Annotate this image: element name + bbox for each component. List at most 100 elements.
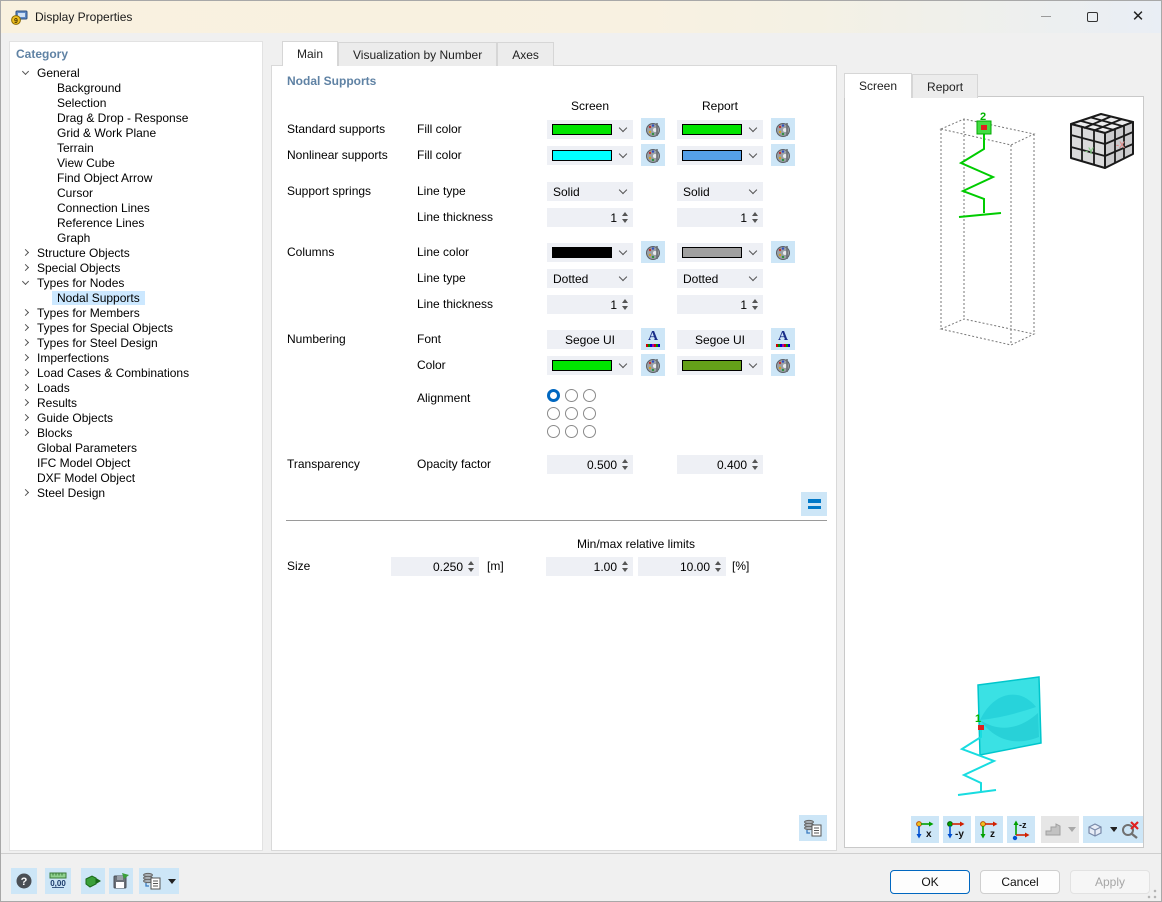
tree-item[interactable]: Reference Lines: [10, 215, 262, 230]
alignment-radio-1[interactable]: [565, 389, 578, 402]
spinner-arrows[interactable]: [621, 459, 629, 470]
tree-item[interactable]: Guide Objects: [10, 410, 262, 425]
numbering-font-screen-picker[interactable]: A: [641, 328, 665, 350]
resize-grip[interactable]: [1147, 889, 1157, 899]
tree-item[interactable]: Find Object Arrow: [10, 170, 262, 185]
export-to-report-button[interactable]: [799, 815, 827, 841]
numbering-font-screen-button[interactable]: Segoe UI: [547, 330, 633, 349]
help-button[interactable]: ?: [11, 868, 37, 894]
manage-configurations-button[interactable]: [139, 868, 179, 894]
opacity-report-input[interactable]: 0.400: [677, 455, 763, 474]
springs-thickness-screen-input[interactable]: 1: [547, 208, 633, 227]
zoom-reset-button[interactable]: [1117, 816, 1143, 843]
spinner-arrows[interactable]: [751, 299, 759, 310]
columns-line-type-screen-dropdown[interactable]: Dotted: [547, 269, 633, 288]
columns-line-color-report-dropdown[interactable]: [677, 243, 763, 262]
columns-report-palette-button[interactable]: [771, 241, 795, 263]
alignment-radio-0[interactable]: [547, 389, 560, 402]
tree-item[interactable]: Steel Design: [10, 485, 262, 500]
spinner-arrows[interactable]: [751, 459, 759, 470]
standard-report-palette-button[interactable]: [771, 118, 795, 140]
tree-item[interactable]: IFC Model Object: [10, 455, 262, 470]
standard-fill-color-screen-dropdown[interactable]: [547, 120, 633, 139]
tree-item[interactable]: Types for Special Objects: [10, 320, 262, 335]
tree-item[interactable]: Cursor: [10, 185, 262, 200]
alignment-radio-8[interactable]: [583, 425, 596, 438]
alignment-radio-4[interactable]: [565, 407, 578, 420]
apply-to-all-button[interactable]: [81, 868, 105, 894]
tree-item[interactable]: Global Parameters: [10, 440, 262, 455]
spinner-arrows[interactable]: [621, 212, 629, 223]
tree-item[interactable]: Types for Nodes: [10, 275, 262, 290]
chevron-right-icon[interactable]: [18, 248, 32, 257]
chevron-right-icon[interactable]: [18, 428, 32, 437]
size-input[interactable]: 0.250: [391, 557, 479, 576]
columns-thickness-screen-input[interactable]: 1: [547, 295, 633, 314]
springs-line-type-screen-dropdown[interactable]: Solid: [547, 182, 633, 201]
springs-line-type-report-dropdown[interactable]: Solid: [677, 182, 763, 201]
tab-axes[interactable]: Axes: [497, 42, 554, 66]
chevron-right-icon[interactable]: [18, 398, 32, 407]
standard-screen-palette-button[interactable]: [641, 118, 665, 140]
chevron-down-icon[interactable]: [18, 277, 32, 286]
tree-item[interactable]: Blocks: [10, 425, 262, 440]
nonlinear-fill-color-screen-dropdown[interactable]: [547, 146, 633, 165]
tree-item[interactable]: Results: [10, 395, 262, 410]
springs-thickness-report-input[interactable]: 1: [677, 208, 763, 227]
nonlinear-fill-color-report-dropdown[interactable]: [677, 146, 763, 165]
spinner-arrows[interactable]: [467, 561, 475, 572]
view-cube[interactable]: -Y -X: [1059, 104, 1143, 176]
chevron-right-icon[interactable]: [18, 383, 32, 392]
limit-max-input[interactable]: 10.00: [638, 557, 726, 576]
spinner-arrows[interactable]: [621, 299, 629, 310]
numbering-font-report-button[interactable]: Segoe UI: [677, 330, 763, 349]
tree-item[interactable]: Structure Objects: [10, 245, 262, 260]
chevron-right-icon[interactable]: [18, 368, 32, 377]
tree-item[interactable]: Types for Steel Design: [10, 335, 262, 350]
chevron-right-icon[interactable]: [18, 308, 32, 317]
alignment-radio-7[interactable]: [565, 425, 578, 438]
columns-line-type-report-dropdown[interactable]: Dotted: [677, 269, 763, 288]
view-x-button[interactable]: x: [911, 816, 939, 843]
tree-item[interactable]: Nodal Supports: [10, 290, 262, 305]
tree-item[interactable]: Background: [10, 80, 262, 95]
view-isometric-button[interactable]: -z: [1007, 816, 1035, 843]
tree-item[interactable]: Imperfections: [10, 350, 262, 365]
alignment-radio-2[interactable]: [583, 389, 596, 402]
cancel-button[interactable]: Cancel: [980, 870, 1060, 894]
tree-item[interactable]: Grid & Work Plane: [10, 125, 262, 140]
alignment-radio-6[interactable]: [547, 425, 560, 438]
numbering-color-report-dropdown[interactable]: [677, 356, 763, 375]
view-z-button[interactable]: z: [975, 816, 1003, 843]
ok-button[interactable]: OK: [890, 870, 970, 894]
chevron-right-icon[interactable]: [18, 413, 32, 422]
spinner-arrows[interactable]: [751, 212, 759, 223]
nonlinear-report-palette-button[interactable]: [771, 144, 795, 166]
chevron-down-icon[interactable]: [18, 67, 32, 76]
numbering-report-palette-button[interactable]: [771, 354, 795, 376]
tree-item[interactable]: DXF Model Object: [10, 470, 262, 485]
preview-tab-report[interactable]: Report: [912, 74, 979, 98]
columns-line-color-screen-dropdown[interactable]: [547, 243, 633, 262]
chevron-right-icon[interactable]: [18, 338, 32, 347]
chevron-right-icon[interactable]: [18, 263, 32, 272]
tree-item[interactable]: Connection Lines: [10, 200, 262, 215]
alignment-radio-5[interactable]: [583, 407, 596, 420]
chevron-right-icon[interactable]: [18, 488, 32, 497]
opacity-screen-input[interactable]: 0.500: [547, 455, 633, 474]
tree-item[interactable]: Special Objects: [10, 260, 262, 275]
tree-item[interactable]: Graph: [10, 230, 262, 245]
tree-item[interactable]: Drag & Drop - Response: [10, 110, 262, 125]
tab-main[interactable]: Main: [282, 41, 339, 66]
view-mode-cube-button[interactable]: [1083, 816, 1121, 843]
save-settings-button[interactable]: [109, 868, 133, 894]
equalize-columns-button[interactable]: [801, 492, 827, 516]
tree-item[interactable]: View Cube: [10, 155, 262, 170]
view-minus-y-button[interactable]: -y: [943, 816, 971, 843]
numbering-screen-palette-button[interactable]: [641, 354, 665, 376]
alignment-radio-3[interactable]: [547, 407, 560, 420]
spinner-arrows[interactable]: [714, 561, 722, 572]
tree-item[interactable]: Load Cases & Combinations: [10, 365, 262, 380]
tree-item[interactable]: Types for Members: [10, 305, 262, 320]
standard-fill-color-report-dropdown[interactable]: [677, 120, 763, 139]
